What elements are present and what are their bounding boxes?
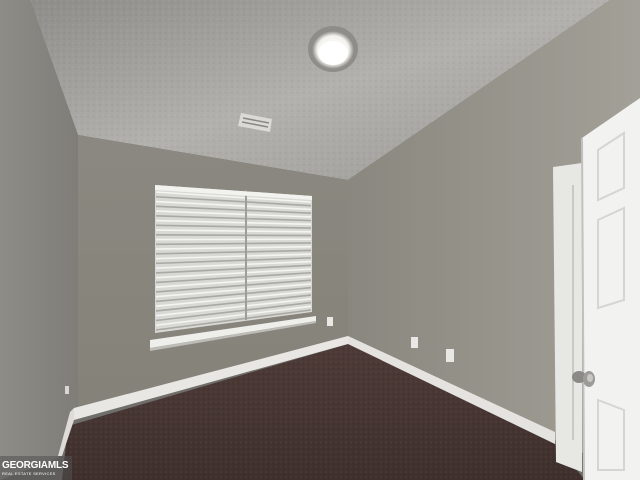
watermark-brand: GEORGIAMLS xyxy=(2,460,69,471)
blind-slat xyxy=(155,234,312,237)
room-illustration xyxy=(0,0,640,480)
ceiling-light-icon xyxy=(308,26,358,72)
room-photo: GEORGIAMLS REAL ESTATE SERVICES xyxy=(0,0,640,480)
georgiamls-watermark: GEORGIAMLS REAL ESTATE SERVICES xyxy=(0,456,72,480)
watermark-tagline: REAL ESTATE SERVICES xyxy=(2,471,56,476)
